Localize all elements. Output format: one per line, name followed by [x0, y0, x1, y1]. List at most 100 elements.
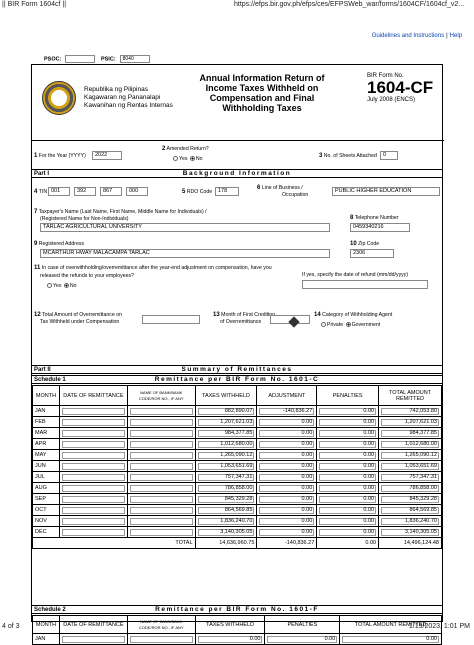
adjustment-field[interactable]: 0.00 [259, 517, 315, 525]
bank-field[interactable] [129, 484, 193, 492]
adjustment-field[interactable]: 0.00 [259, 451, 315, 459]
penalties-field[interactable]: 0.00 [319, 429, 377, 437]
zip-field[interactable]: 2306 [350, 249, 394, 258]
total-field[interactable]: 1,265,090.12 [381, 451, 439, 459]
total-field[interactable]: 864,569.85 [381, 506, 439, 514]
adjustment-field[interactable]: 0.00 [259, 440, 315, 448]
guidelines-link[interactable]: Guidelines and Instructions [372, 33, 444, 39]
tin-part4[interactable]: 000 [126, 187, 148, 196]
remittance-date-field[interactable] [61, 484, 125, 492]
tin-part2[interactable]: 392 [74, 187, 96, 196]
psoc-field[interactable] [65, 55, 96, 63]
government-radio[interactable] [345, 322, 351, 328]
psic-field[interactable]: 8040 [119, 55, 150, 63]
bank-field[interactable] [129, 418, 193, 426]
taxes-field[interactable]: 845,329.28 [197, 495, 255, 503]
penalties-field[interactable]: 0.00 [319, 462, 377, 470]
amended-yes-radio[interactable] [173, 156, 178, 162]
bank-field[interactable] [129, 407, 193, 415]
taxes-field[interactable]: 3,140,305.05 [197, 528, 255, 536]
taxes-field[interactable]: 1,053,651.69 [197, 462, 255, 470]
tin-part1[interactable]: 001 [48, 187, 70, 196]
total-field[interactable]: 1,836,240.70 [381, 517, 439, 525]
total-field[interactable]: 0.00 [342, 635, 439, 643]
business-field[interactable]: PUBLIC HIGHER EDUCATION [332, 187, 440, 196]
adjustment-field[interactable]: 0.00 [259, 528, 315, 536]
remittance-date-field[interactable] [61, 418, 125, 426]
bank-field[interactable] [129, 528, 193, 536]
refund-yes-radio[interactable] [47, 283, 52, 289]
adjustment-field[interactable]: -140,836.27 [259, 407, 315, 415]
refund-no-radio[interactable] [63, 283, 69, 289]
adjustment-field[interactable]: 0.00 [259, 506, 315, 514]
total-field[interactable]: 1,012,680.00 [381, 440, 439, 448]
telephone-field[interactable]: 0459340216 [350, 223, 410, 232]
remittance-date-field[interactable] [61, 451, 125, 459]
penalties-field[interactable]: 0.00 [319, 495, 377, 503]
remittance-date-field[interactable] [61, 495, 125, 503]
penalties-field[interactable]: 0.00 [319, 517, 377, 525]
remittance-date-field[interactable] [61, 429, 125, 437]
taxes-field[interactable]: 0.00 [197, 635, 263, 643]
total-field[interactable]: 3,140,305.05 [381, 528, 439, 536]
remittance-date-field[interactable] [61, 517, 125, 525]
total-field[interactable]: 984,377.85 [381, 429, 439, 437]
adjustment-field[interactable]: 0.00 [259, 418, 315, 426]
total-field[interactable]: 1,053,651.69 [381, 462, 439, 470]
adjustment-field[interactable]: 0.00 [259, 462, 315, 470]
penalties-field[interactable]: 0.00 [319, 528, 377, 536]
total-field[interactable]: 1,207,621.03 [381, 418, 439, 426]
taxes-field[interactable]: 864,569.85 [197, 506, 255, 514]
penalties-field[interactable]: 0.00 [319, 484, 377, 492]
penalties-field[interactable]: 0.00 [319, 418, 377, 426]
remittance-date-field[interactable] [61, 407, 125, 415]
adjustment-field[interactable]: 0.00 [259, 473, 315, 481]
penalties-field[interactable]: 0.00 [319, 451, 377, 459]
penalties-field[interactable]: 0.00 [319, 440, 377, 448]
sheets-field[interactable]: 0 [380, 151, 398, 160]
taxes-field[interactable]: 757,347.31 [197, 473, 255, 481]
bank-field[interactable] [129, 517, 193, 525]
taxes-field[interactable]: 984,377.85 [197, 429, 255, 437]
bank-field[interactable] [129, 440, 193, 448]
taxpayer-name-field[interactable]: TARLAC AGRICULTURAL UNIVERSITY [40, 223, 330, 232]
help-link[interactable]: Help [450, 33, 462, 39]
address-field[interactable]: MCARTHUR HWAY MALACAMPA TARLAC [40, 249, 330, 258]
bank-field[interactable] [129, 429, 193, 437]
taxes-field[interactable]: 1,012,680.00 [197, 440, 255, 448]
adjustment-field[interactable]: 0.00 [259, 495, 315, 503]
rdo-field[interactable]: 178 [215, 187, 239, 196]
remittance-date-field[interactable] [61, 440, 125, 448]
remittance-date-field[interactable] [61, 473, 125, 481]
penalties-field[interactable]: 0.00 [319, 506, 377, 514]
penalties-field[interactable]: 0.00 [319, 473, 377, 481]
bank-field[interactable] [129, 473, 193, 481]
tin-part3[interactable]: 867 [100, 187, 122, 196]
penalties-field[interactable]: 0.00 [319, 407, 377, 415]
bank-field[interactable] [129, 495, 193, 503]
remittance-date-field[interactable] [61, 635, 125, 643]
refund-date-field[interactable] [302, 280, 428, 289]
total-field[interactable]: 786,858.00 [381, 484, 439, 492]
adjustment-field[interactable]: 0.00 [259, 484, 315, 492]
taxes-field[interactable]: 786,858.00 [197, 484, 255, 492]
bank-field[interactable] [129, 462, 193, 470]
year-field[interactable]: 2022 [92, 151, 122, 160]
total-field[interactable]: 757,347.31 [381, 473, 439, 481]
taxes-field[interactable]: 882,890.07 [197, 407, 255, 415]
total-field[interactable]: 845,329.28 [381, 495, 439, 503]
taxes-field[interactable]: 1,265,090.12 [197, 451, 255, 459]
total-field[interactable]: 742,053.80 [381, 407, 439, 415]
adjustment-field[interactable]: 0.00 [259, 429, 315, 437]
taxes-field[interactable]: 1,836,240.70 [197, 517, 255, 525]
bank-field[interactable] [129, 451, 193, 459]
private-radio[interactable] [321, 322, 326, 328]
remittance-date-field[interactable] [61, 506, 125, 514]
overremittance-field[interactable] [142, 315, 200, 324]
penalties-field[interactable]: 0.00 [267, 635, 338, 643]
taxes-field[interactable]: 1,207,621.03 [197, 418, 255, 426]
remittance-date-field[interactable] [61, 462, 125, 470]
amended-no-radio[interactable] [189, 156, 195, 162]
bank-field[interactable] [129, 506, 193, 514]
remittance-date-field[interactable] [61, 528, 125, 536]
